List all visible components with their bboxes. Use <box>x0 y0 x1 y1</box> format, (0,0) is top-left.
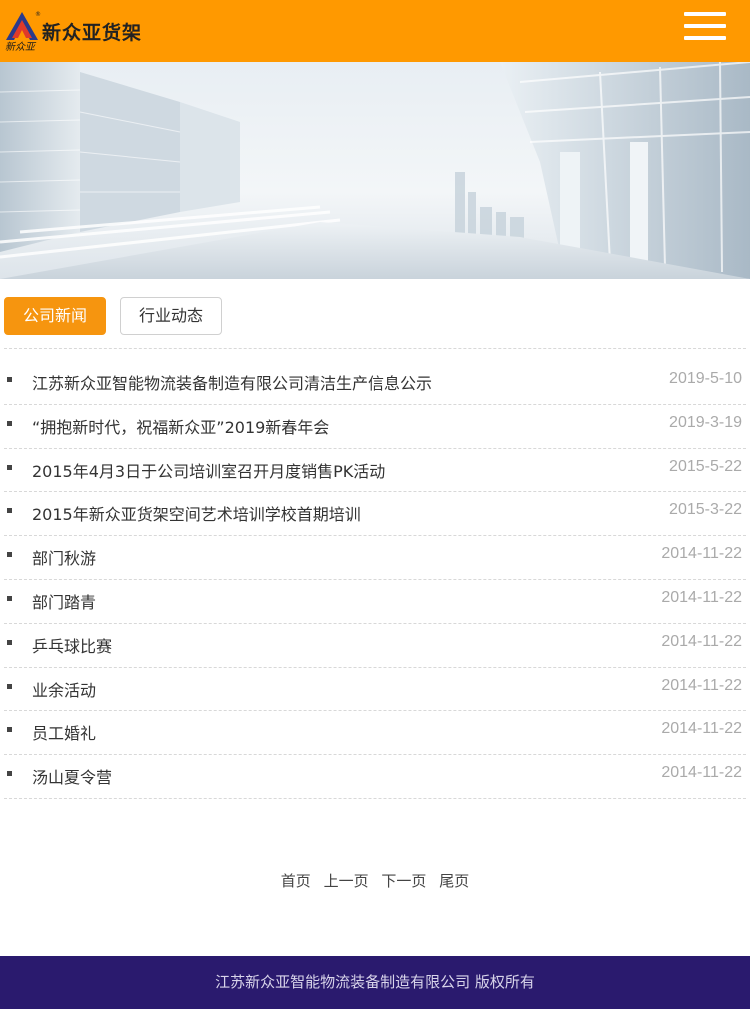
news-title[interactable]: 乒乓球比赛 <box>32 633 112 657</box>
news-date: 2014-11-22 <box>661 720 742 738</box>
logo-text: 新众亚 <box>5 41 37 52</box>
news-title[interactable]: 部门踏青 <box>32 589 96 613</box>
footer: 江苏新众亚智能物流装备制造有限公司 版权所有 <box>0 956 750 1009</box>
news-date: 2014-11-22 <box>661 764 742 782</box>
prev-page-link[interactable]: 上一页 <box>324 870 369 891</box>
tab-industry-news[interactable]: 行业动态 <box>120 297 222 335</box>
news-title[interactable]: 部门秋游 <box>32 545 96 569</box>
registered-mark: ® <box>35 11 41 18</box>
news-item[interactable]: 乒乓球比赛 2014-11-22 <box>4 624 746 668</box>
bullet-icon <box>7 683 12 689</box>
bullet-icon <box>7 771 12 777</box>
header-bar: 新众亚 ® 新众亚货架 <box>0 0 750 62</box>
news-date: 2019-5-10 <box>669 370 742 387</box>
news-title[interactable]: 2015年新众亚货架空间艺术培训学校首期培训 <box>32 501 361 525</box>
last-page-link[interactable]: 尾页 <box>439 870 469 891</box>
bullet-icon <box>7 508 12 514</box>
news-date: 2019-3-19 <box>669 413 742 431</box>
news-item[interactable]: 业余活动 2014-11-22 <box>4 668 746 712</box>
first-page-link[interactable]: 首页 <box>281 870 311 891</box>
bullet-icon <box>7 552 12 558</box>
news-title[interactable]: 员工婚礼 <box>32 720 96 744</box>
news-date: 2014-11-22 <box>661 588 742 606</box>
news-title[interactable]: 业余活动 <box>32 677 96 701</box>
news-item[interactable]: 部门秋游 2014-11-22 <box>4 536 746 580</box>
news-date: 2014-11-22 <box>661 676 742 694</box>
news-date: 2015-3-22 <box>669 501 742 519</box>
hero-banner <box>0 62 750 279</box>
bullet-icon <box>7 595 12 601</box>
news-item[interactable]: “拥抱新时代，祝福新众亚”2019新春年会 2019-3-19 <box>4 405 746 449</box>
tab-company-news[interactable]: 公司新闻 <box>4 297 106 335</box>
news-list: 江苏新众亚智能物流装备制造有限公司清洁生产信息公示 2019-5-10 “拥抱新… <box>4 361 746 799</box>
company-logo[interactable]: 新众亚 ® <box>2 10 42 53</box>
list-divider <box>4 348 746 349</box>
news-title[interactable]: 2015年4月3日于公司培训室召开月度销售PK活动 <box>32 458 385 482</box>
news-item[interactable]: 员工婚礼 2014-11-22 <box>4 711 746 756</box>
hamburger-menu-icon[interactable] <box>684 12 726 42</box>
news-item[interactable]: 汤山夏令营 2014-11-22 <box>4 755 746 799</box>
pagination: 首页 上一页 下一页 尾页 <box>0 870 750 891</box>
news-item[interactable]: 2015年4月3日于公司培训室召开月度销售PK活动 2015-5-22 <box>4 449 746 493</box>
bullet-icon <box>7 377 12 382</box>
news-item[interactable]: 江苏新众亚智能物流装备制造有限公司清洁生产信息公示 2019-5-10 <box>4 361 746 405</box>
news-title[interactable]: “拥抱新时代，祝福新众亚”2019新春年会 <box>32 414 329 438</box>
bullet-icon <box>7 420 12 426</box>
bullet-icon <box>7 727 12 733</box>
brand-name[interactable]: 新众亚货架 <box>42 18 142 45</box>
news-item[interactable]: 2015年新众亚货架空间艺术培训学校首期培训 2015-3-22 <box>4 492 746 537</box>
bullet-icon <box>7 639 12 645</box>
next-page-link[interactable]: 下一页 <box>381 870 426 891</box>
news-item[interactable]: 部门踏青 2014-11-22 <box>4 580 746 624</box>
copyright-text: 江苏新众亚智能物流装备制造有限公司 版权所有 <box>215 973 535 991</box>
news-date: 2015-5-22 <box>669 457 742 475</box>
bullet-icon <box>7 464 12 470</box>
news-title[interactable]: 汤山夏令营 <box>32 764 112 788</box>
news-title[interactable]: 江苏新众亚智能物流装备制造有限公司清洁生产信息公示 <box>32 370 432 394</box>
news-date: 2014-11-22 <box>661 632 742 650</box>
news-date: 2014-11-22 <box>661 545 742 563</box>
